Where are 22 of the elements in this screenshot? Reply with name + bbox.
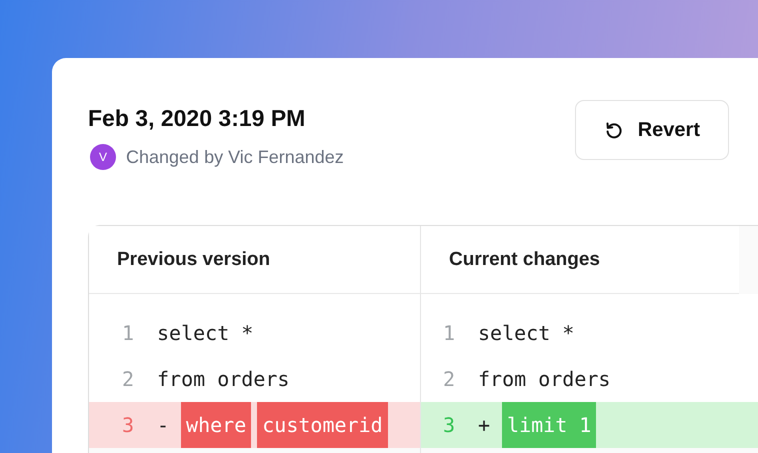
line-number: 2 bbox=[443, 367, 456, 391]
changed-token: where bbox=[181, 402, 252, 448]
pane-title: Previous version bbox=[117, 248, 270, 270]
code-text: select * bbox=[157, 321, 254, 345]
revert-button[interactable]: Revert bbox=[574, 100, 729, 160]
code-text: from orders bbox=[478, 367, 610, 391]
diff-sign: - bbox=[157, 413, 170, 437]
code-text: select * bbox=[478, 321, 574, 345]
line-number: 3 bbox=[443, 413, 456, 437]
diff-sign: + bbox=[478, 413, 490, 437]
line-number: 1 bbox=[443, 321, 456, 345]
pane-title: Current changes bbox=[449, 248, 600, 270]
changed-token: customerid bbox=[257, 402, 388, 448]
avatar: V bbox=[90, 144, 116, 170]
revision-timestamp: Feb 3, 2020 3:19 PM bbox=[88, 105, 306, 132]
line-number: 3 bbox=[122, 413, 136, 437]
line-number: 2 bbox=[122, 367, 136, 391]
revert-icon bbox=[604, 120, 624, 140]
line-number: 1 bbox=[122, 321, 136, 345]
author-label: Changed by Vic Fernandez bbox=[126, 146, 344, 168]
code-text: from orders bbox=[157, 367, 290, 391]
changed-token: limit 1 bbox=[502, 402, 596, 448]
